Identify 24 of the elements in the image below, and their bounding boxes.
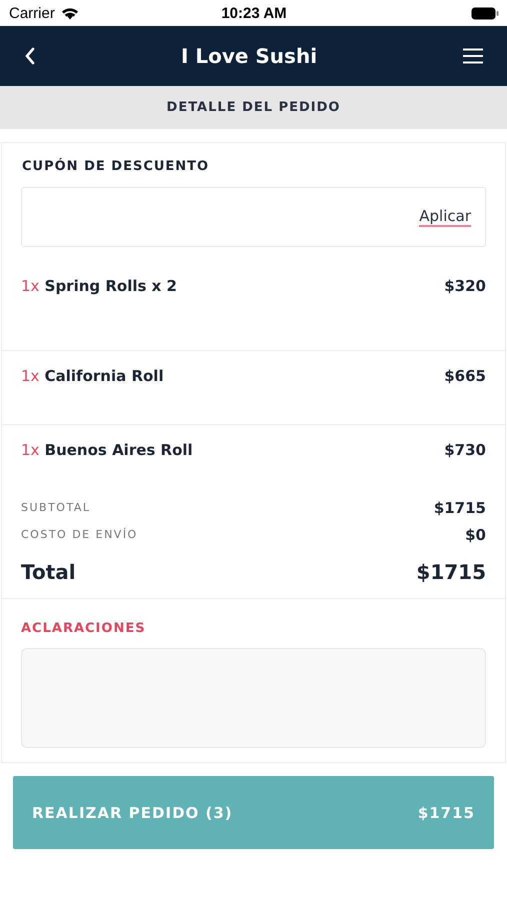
status-time: 10:23 AM [221,4,287,22]
summary-value: $1715 [434,498,486,516]
section-header: DETALLE DEL PEDIDO [0,86,507,129]
battery-icon [471,6,499,20]
item-price: $665 [444,367,486,385]
apply-link[interactable]: Aplicar [419,207,471,227]
back-icon [24,47,35,65]
item-name: 1x Spring Rolls x 2 [21,277,177,295]
carrier-name: Carrier [9,4,55,22]
summary-label: COSTO DE ENVÍO [21,528,138,541]
item-name: 1x Buenos Aires Roll [21,441,193,459]
notes-title: ACLARACIONES [21,621,147,636]
summary-label: SUBTOTAL [21,501,90,514]
coupon-title: CUPÓN DE DESCUENTO [22,159,210,174]
total-value: $1715 [416,560,486,584]
menu-icon [463,48,483,64]
item-price: $320 [444,277,486,295]
item-name: 1x California Roll [21,367,164,385]
item-price: $730 [444,441,486,459]
wifi-icon [60,6,79,20]
total-label: Total [21,560,76,584]
coupon-field[interactable]: Aplicar [21,187,486,247]
summary-value: $0 [465,526,486,544]
app-title: I Love Sushi [180,44,318,68]
